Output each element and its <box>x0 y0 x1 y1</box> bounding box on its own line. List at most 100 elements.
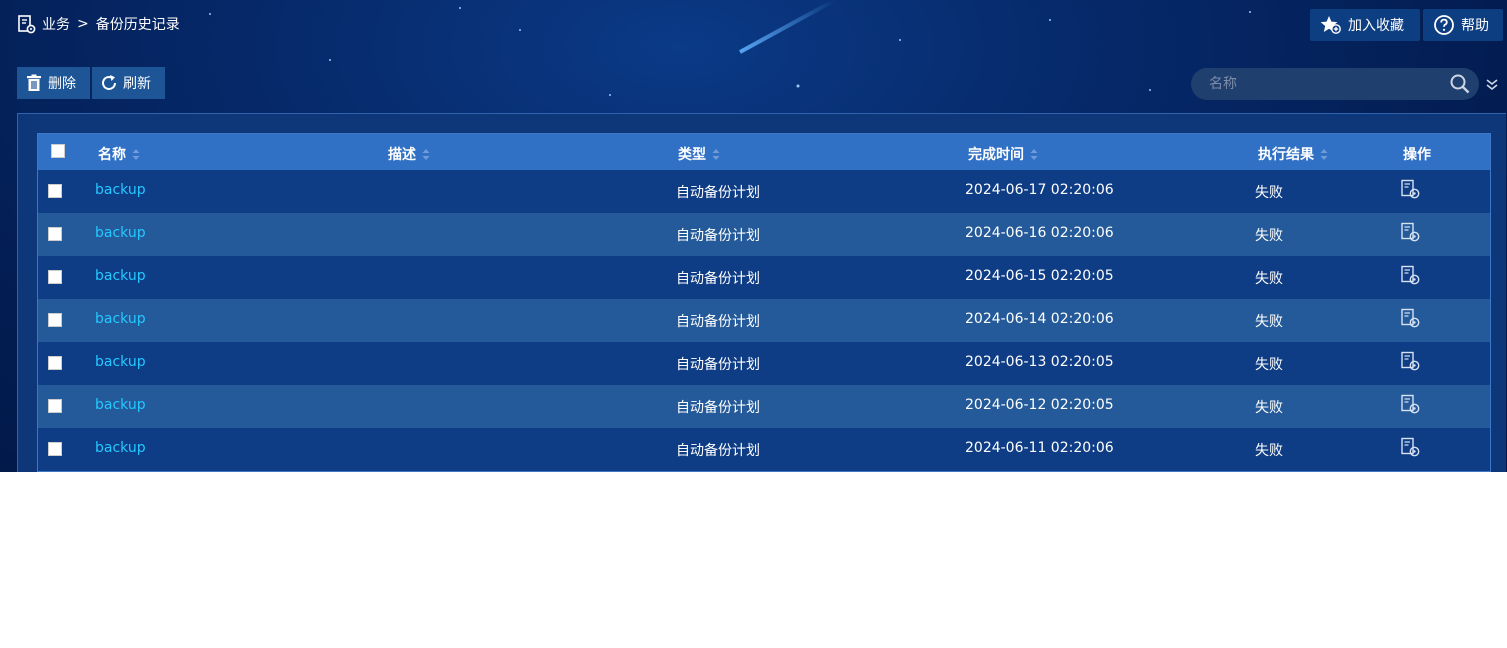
restore-button[interactable] <box>1400 308 1422 334</box>
column-header-label: 类型 <box>678 147 706 163</box>
restore-icon <box>1401 351 1420 371</box>
row-finish-time: 2024-06-15 02:20:05 <box>965 268 1114 284</box>
help-button[interactable]: 帮助 <box>1423 9 1503 41</box>
top-bar: 业务 > 备份历史记录 加入收藏 帮助 <box>0 0 1507 50</box>
restore-button[interactable] <box>1400 394 1422 420</box>
column-header-label: 执行结果 <box>1258 147 1314 163</box>
table-row: backup 自动备份计划 2024-06-12 02:20:05 失败 <box>38 385 1490 428</box>
table-header: 名称 描述 类型 完成时间 执行结果 操作 <box>38 134 1490 170</box>
row-checkbox[interactable] <box>48 399 62 413</box>
search-icon[interactable] <box>1449 73 1471 95</box>
row-type: 自动备份计划 <box>676 314 760 330</box>
breadcrumb-separator: > <box>77 16 89 32</box>
row-type: 自动备份计划 <box>676 228 760 244</box>
row-finish-time: 2024-06-11 02:20:06 <box>965 440 1114 456</box>
sort-icon[interactable] <box>1320 148 1328 161</box>
table-row: backup 自动备份计划 2024-06-17 02:20:06 失败 <box>38 170 1490 213</box>
column-header-finish-time[interactable]: 完成时间 <box>968 144 1038 164</box>
row-name-link[interactable]: backup <box>95 225 146 241</box>
breadcrumb-current: 备份历史记录 <box>95 17 180 33</box>
column-header-label: 操作 <box>1403 147 1431 163</box>
row-type: 自动备份计划 <box>676 357 760 373</box>
row-finish-time: 2024-06-14 02:20:06 <box>965 311 1114 327</box>
refresh-button[interactable]: 刷新 <box>92 67 165 99</box>
row-checkbox[interactable] <box>48 313 62 327</box>
restore-icon <box>1401 394 1420 414</box>
double-chevron-down-icon[interactable] <box>1485 78 1499 92</box>
restore-button[interactable] <box>1400 265 1422 291</box>
breadcrumb-root[interactable]: 业务 <box>42 14 70 34</box>
row-name-link[interactable]: backup <box>95 268 146 284</box>
add-favorite-label: 加入收藏 <box>1348 18 1404 34</box>
row-checkbox[interactable] <box>48 270 62 284</box>
column-header-result[interactable]: 执行结果 <box>1258 144 1328 164</box>
breadcrumb: 业务 > 备份历史记录 <box>17 14 180 34</box>
row-finish-time: 2024-06-13 02:20:05 <box>965 354 1114 370</box>
column-header-description[interactable]: 描述 <box>388 144 430 164</box>
row-checkbox[interactable] <box>48 184 62 198</box>
row-type: 自动备份计划 <box>676 443 760 459</box>
delete-label: 删除 <box>48 76 76 92</box>
toolbar: 删除 刷新 <box>17 67 167 99</box>
row-type: 自动备份计划 <box>676 271 760 287</box>
row-finish-time: 2024-06-12 02:20:05 <box>965 397 1114 413</box>
app-window: 业务 > 备份历史记录 加入收藏 帮助 删除 刷新 名称 名称 描述 类型 完成… <box>0 0 1507 472</box>
refresh-icon <box>102 75 116 90</box>
table-row: backup 自动备份计划 2024-06-13 02:20:05 失败 <box>38 342 1490 385</box>
row-result: 失败 <box>1255 400 1283 416</box>
row-name-link[interactable]: backup <box>95 311 146 327</box>
row-name-link[interactable]: backup <box>95 440 146 456</box>
search-input[interactable] <box>1207 75 1441 93</box>
refresh-label: 刷新 <box>123 76 151 92</box>
sort-icon[interactable] <box>132 148 140 161</box>
trash-icon <box>27 74 41 91</box>
row-result: 失败 <box>1255 443 1283 459</box>
restore-button[interactable] <box>1400 351 1422 377</box>
row-result: 失败 <box>1255 228 1283 244</box>
document-gear-icon <box>18 15 36 34</box>
row-checkbox[interactable] <box>48 442 62 456</box>
sort-icon[interactable] <box>1030 148 1038 161</box>
sort-icon[interactable] <box>712 148 720 161</box>
table-row: backup 自动备份计划 2024-06-11 02:20:06 失败 <box>38 428 1490 471</box>
backup-history-table: 名称 描述 类型 完成时间 执行结果 操作 backup 自动备份计划 2024… <box>37 133 1491 472</box>
restore-button[interactable] <box>1400 222 1422 248</box>
row-checkbox[interactable] <box>48 227 62 241</box>
select-all-cell <box>51 144 65 158</box>
restore-icon <box>1401 437 1420 457</box>
row-checkbox[interactable] <box>48 356 62 370</box>
search-box <box>1191 68 1479 100</box>
column-header-label: 完成时间 <box>968 147 1024 163</box>
row-name-link[interactable]: backup <box>95 182 146 198</box>
restore-icon <box>1401 265 1420 285</box>
select-all-checkbox[interactable] <box>51 144 65 158</box>
column-header-name[interactable]: 名称 <box>98 144 140 164</box>
column-header-label: 名称 <box>98 147 126 163</box>
sort-icon[interactable] <box>422 148 430 161</box>
help-label: 帮助 <box>1461 18 1489 34</box>
row-name-link[interactable]: backup <box>95 354 146 370</box>
table-row: backup 自动备份计划 2024-06-16 02:20:06 失败 <box>38 213 1490 256</box>
row-finish-time: 2024-06-17 02:20:06 <box>965 182 1114 198</box>
restore-icon <box>1401 222 1420 242</box>
column-header-type[interactable]: 类型 <box>678 144 720 164</box>
restore-button[interactable] <box>1400 437 1422 463</box>
row-type: 自动备份计划 <box>676 185 760 201</box>
row-name-link[interactable]: backup <box>95 397 146 413</box>
row-result: 失败 <box>1255 357 1283 373</box>
question-circle-icon <box>1434 15 1454 35</box>
column-header-label: 描述 <box>388 147 416 163</box>
add-favorite-button[interactable]: 加入收藏 <box>1310 9 1420 41</box>
restore-icon <box>1401 179 1420 199</box>
content-panel: 名称 描述 类型 完成时间 执行结果 操作 backup 自动备份计划 2024… <box>17 113 1506 472</box>
delete-button[interactable]: 删除 <box>17 67 90 99</box>
row-result: 失败 <box>1255 271 1283 287</box>
table-row: backup 自动备份计划 2024-06-15 02:20:05 失败 <box>38 256 1490 299</box>
row-result: 失败 <box>1255 185 1283 201</box>
table-body: backup 自动备份计划 2024-06-17 02:20:06 失败 bac… <box>38 170 1490 471</box>
table-row: backup 自动备份计划 2024-06-14 02:20:06 失败 <box>38 299 1490 342</box>
restore-icon <box>1401 308 1420 328</box>
column-header-operation: 操作 <box>1403 144 1431 164</box>
star-plus-icon <box>1320 16 1341 34</box>
restore-button[interactable] <box>1400 179 1422 205</box>
